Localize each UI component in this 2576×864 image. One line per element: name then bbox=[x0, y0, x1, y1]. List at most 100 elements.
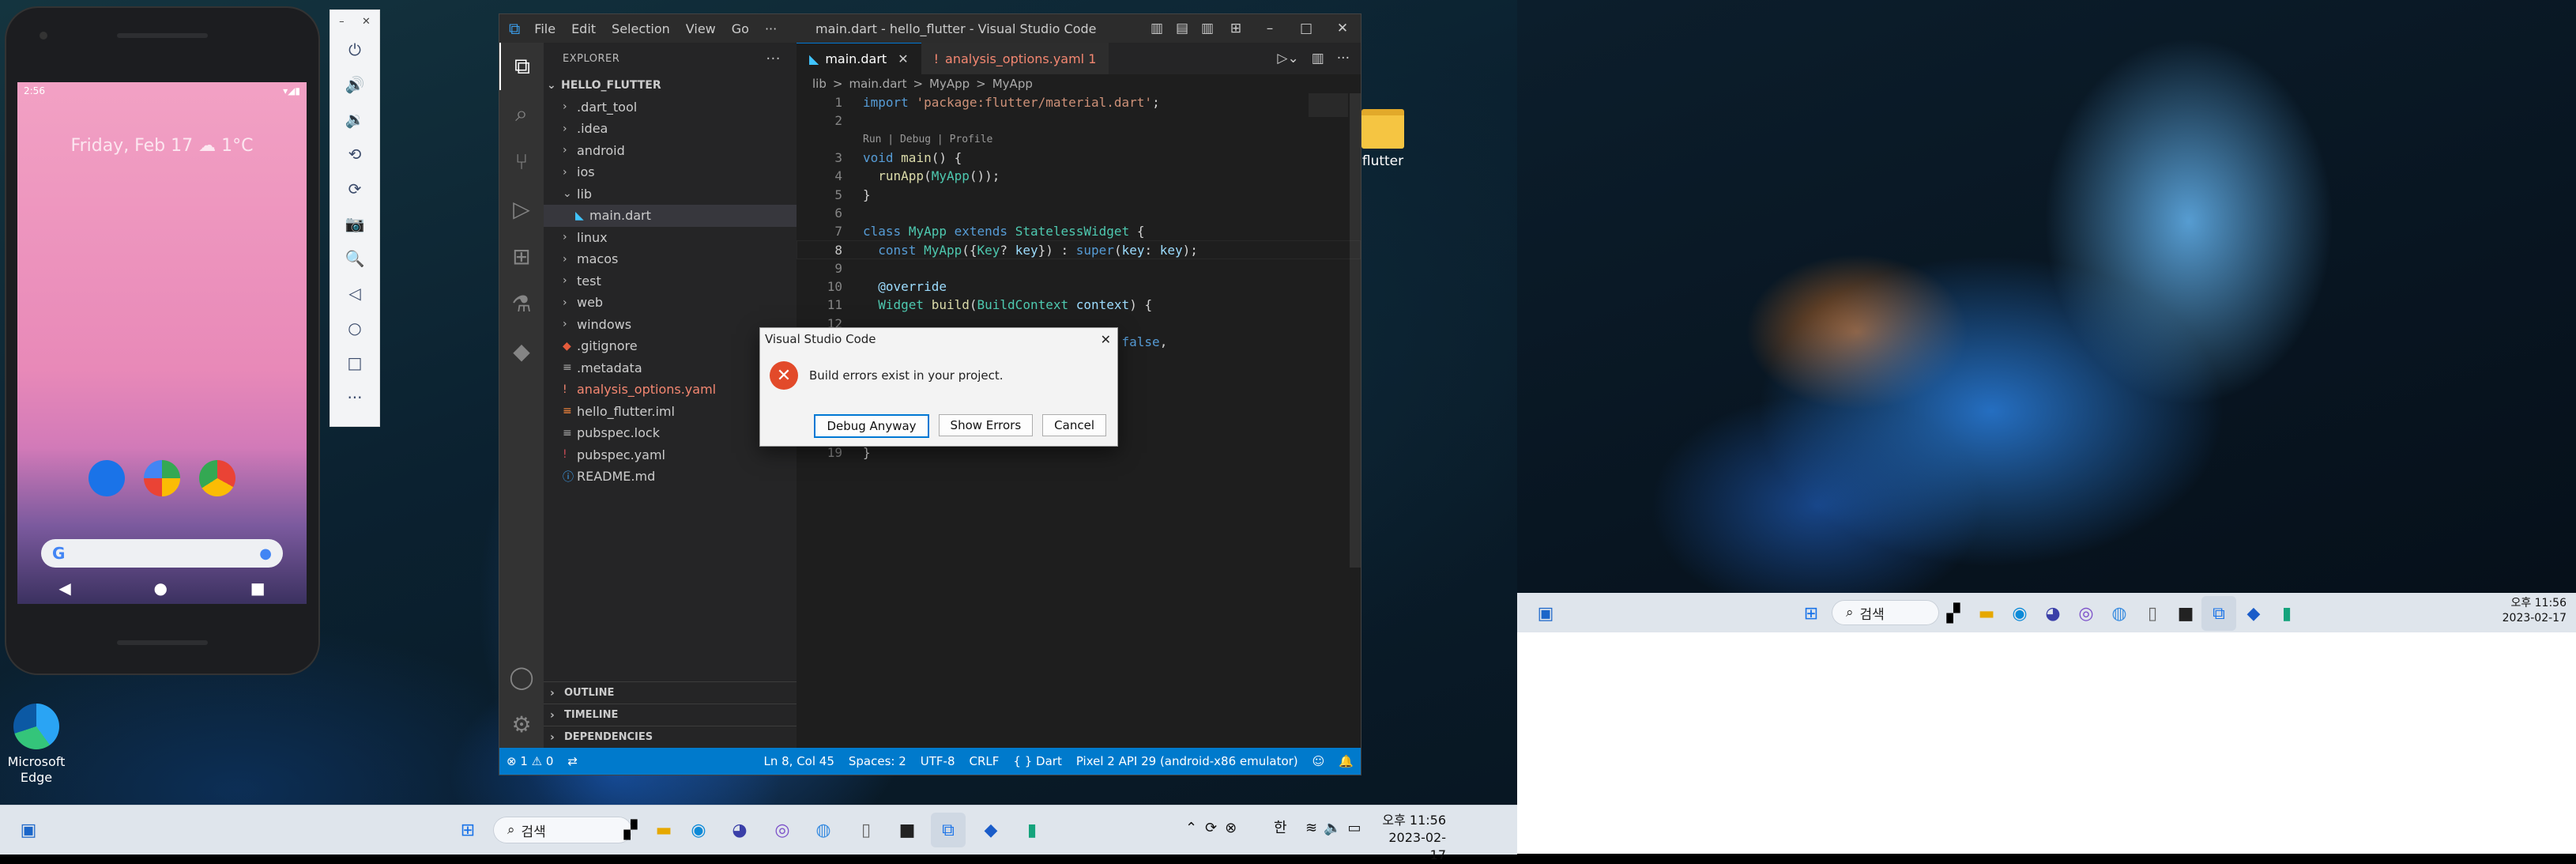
volume-down-icon[interactable]: 🔉 bbox=[330, 102, 379, 137]
code-line[interactable]: 10 @override bbox=[797, 277, 1361, 296]
tree-item[interactable]: ⌄ lib bbox=[544, 183, 797, 206]
close-icon[interactable]: ✕ bbox=[1324, 21, 1361, 36]
taskbar-search[interactable]: ⌕ 검색 bbox=[1832, 600, 1939, 625]
run-debug-icon[interactable]: ▷ bbox=[499, 185, 544, 232]
run-icon[interactable]: ▷⌄ bbox=[1277, 51, 1298, 66]
customize-layout-icon[interactable]: ⊞ bbox=[1220, 21, 1252, 36]
nav-recents-icon[interactable]: ■ bbox=[250, 579, 266, 598]
code-line[interactable]: 4 runApp(MyApp ()); bbox=[797, 167, 1361, 185]
tree-item[interactable]: ≡ hello_flutter.iml bbox=[544, 401, 797, 423]
cancel-button[interactable]: Cancel bbox=[1042, 414, 1106, 436]
task-view-icon[interactable]: ▞ bbox=[1936, 596, 1971, 631]
chrome-app-icon[interactable] bbox=[199, 460, 235, 496]
tree-item[interactable]: › .idea bbox=[544, 118, 797, 140]
zoom-icon[interactable]: 🔍 bbox=[330, 241, 379, 276]
editor-more-icon[interactable]: ··· bbox=[1337, 51, 1350, 66]
nav-back-icon[interactable]: ◀ bbox=[58, 579, 70, 598]
app-blue-icon[interactable]: ◍ bbox=[806, 813, 841, 847]
app-q-icon[interactable]: ◕ bbox=[2036, 596, 2070, 631]
menu-more[interactable]: ··· bbox=[765, 21, 777, 36]
code-line[interactable]: 3 void main() { bbox=[797, 149, 1361, 167]
tree-item[interactable]: ≡ pubspec.lock bbox=[544, 422, 797, 444]
edge-desktop-shortcut[interactable]: Microsoft Edge bbox=[6, 704, 66, 786]
status-encoding[interactable]: UTF-8 bbox=[913, 754, 962, 768]
status-language[interactable]: { } Dart bbox=[1006, 754, 1068, 768]
layout-panel-icon[interactable]: ▤ bbox=[1169, 21, 1195, 36]
code-line[interactable]: 9 bbox=[797, 259, 1361, 277]
clock-secondary[interactable]: 오후 11:56 2023-02-17 bbox=[2500, 596, 2567, 626]
status-position[interactable]: Ln 8, Col 45 bbox=[757, 754, 842, 768]
section-timeline[interactable]: › TIMELINE bbox=[544, 704, 797, 726]
menu-edit[interactable]: Edit bbox=[571, 21, 596, 36]
extensions-icon[interactable]: ⊞ bbox=[499, 232, 544, 280]
tree-item[interactable]: › ios bbox=[544, 161, 797, 183]
debug-anyway-button[interactable]: Debug Anyway bbox=[814, 414, 929, 438]
explorer-more-icon[interactable]: ··· bbox=[766, 51, 781, 67]
tree-item[interactable]: ! pubspec.yaml bbox=[544, 444, 797, 466]
flutter-icon[interactable]: ◆ bbox=[499, 327, 544, 375]
accounts-icon[interactable]: ◯ bbox=[499, 653, 544, 700]
tree-item[interactable]: ! analysis_options.yaml bbox=[544, 379, 797, 401]
emulator-taskbar-icon[interactable]: ◆ bbox=[2236, 596, 2271, 631]
status-live-share-icon[interactable]: ⇄ bbox=[560, 754, 585, 768]
tree-item[interactable]: › .dart_tool bbox=[544, 96, 797, 119]
network-volume-battery-icons[interactable]: ≋🔈▭ bbox=[1305, 820, 1377, 837]
editor-scrollbar[interactable] bbox=[1350, 93, 1361, 568]
start-icon[interactable]: ⊞ bbox=[450, 813, 485, 847]
status-notifications-icon[interactable]: 🔔 bbox=[1331, 754, 1361, 768]
play-store-app-icon[interactable] bbox=[144, 460, 180, 496]
split-editor-icon[interactable]: ▥ bbox=[1312, 51, 1324, 66]
tree-item[interactable]: › web bbox=[544, 292, 797, 314]
layout-secondary-icon[interactable]: ▥ bbox=[1195, 21, 1220, 36]
power-icon[interactable]: ⏻ bbox=[330, 32, 379, 67]
code-line[interactable]: 5} bbox=[797, 185, 1361, 203]
clock[interactable]: 오후 11:56 2023-02-17 bbox=[1381, 812, 1446, 864]
minimap[interactable] bbox=[1309, 93, 1348, 117]
phone-screen[interactable]: 2:56 ▾◢▮ Friday, Feb 17 ☁ 1°C G ● ◀ ● ■ bbox=[17, 82, 307, 604]
status-problems[interactable]: ⊗ 1 ⚠ 0 bbox=[499, 754, 560, 768]
testing-icon[interactable]: ⚗ bbox=[499, 280, 544, 327]
tree-item[interactable]: › windows bbox=[544, 314, 797, 336]
status-eol[interactable]: CRLF bbox=[962, 754, 1007, 768]
app-q-icon[interactable]: ◕ bbox=[722, 813, 757, 847]
widgets-icon[interactable]: ▣ bbox=[11, 813, 46, 847]
tree-item[interactable]: › macos bbox=[544, 248, 797, 270]
input-language[interactable]: 한 bbox=[1274, 820, 1287, 837]
tab-analysis-options[interactable]: ! analysis_options.yaml 1 bbox=[921, 43, 1109, 74]
tree-item[interactable]: ⓘ README.md bbox=[544, 466, 797, 488]
tree-item[interactable]: ≡ .metadata bbox=[544, 357, 797, 379]
maximize-icon[interactable]: □ bbox=[1288, 21, 1324, 36]
tree-item[interactable]: ◆ .gitignore bbox=[544, 335, 797, 357]
notepad-icon[interactable]: ▯ bbox=[849, 813, 883, 847]
codelens-run-debug[interactable]: Run | Debug | Profile bbox=[797, 130, 1361, 149]
code-line[interactable]: 2 bbox=[797, 111, 1361, 130]
more-icon[interactable]: ··· bbox=[330, 380, 379, 415]
vscode-taskbar-icon[interactable]: ⧉ bbox=[2201, 596, 2236, 631]
file-explorer-icon[interactable]: ▬ bbox=[1969, 596, 2004, 631]
tab-main-dart[interactable]: ◣ main.dart ✕ bbox=[797, 43, 921, 74]
back-icon[interactable]: ◁ bbox=[330, 276, 379, 311]
terminal-icon[interactable]: ■ bbox=[890, 813, 925, 847]
tab-close-icon[interactable]: ✕ bbox=[898, 51, 908, 66]
rotate-right-icon[interactable]: ⟳ bbox=[330, 172, 379, 206]
app-purple-icon[interactable]: ◎ bbox=[765, 813, 800, 847]
source-control-icon[interactable]: ⑂ bbox=[499, 138, 544, 185]
tree-item[interactable]: ◣ main.dart bbox=[544, 205, 797, 227]
edge-taskbar-icon[interactable]: ◉ bbox=[681, 813, 716, 847]
manage-gear-icon[interactable]: ⚙ bbox=[499, 700, 544, 748]
project-root[interactable]: ⌄ HELLO_FLUTTER bbox=[544, 74, 797, 96]
overview-icon[interactable]: □ bbox=[330, 345, 379, 380]
code-line[interactable]: 1 import 'package:flutter/material.dart'; bbox=[797, 93, 1361, 111]
status-spaces[interactable]: Spaces: 2 bbox=[842, 754, 913, 768]
menu-selection[interactable]: Selection bbox=[612, 21, 670, 36]
mic-icon[interactable]: ● bbox=[259, 545, 272, 562]
emulator-close-icon[interactable]: ✕ bbox=[362, 16, 371, 28]
status-feedback-icon[interactable]: ☺ bbox=[1305, 754, 1332, 768]
code-line[interactable]: 7 class MyApp extends StatelessWidget { bbox=[797, 222, 1361, 240]
breadcrumb-file[interactable]: main.dart bbox=[849, 77, 906, 91]
android-tool-icon[interactable]: ▮ bbox=[2269, 596, 2304, 631]
section-dependencies[interactable]: › DEPENDENCIES bbox=[544, 726, 797, 748]
messages-app-icon[interactable] bbox=[89, 460, 125, 496]
tree-item[interactable]: › android bbox=[544, 140, 797, 162]
code-line[interactable]: 8 const MyApp({Key? key}) : super(key: k… bbox=[797, 240, 1361, 258]
